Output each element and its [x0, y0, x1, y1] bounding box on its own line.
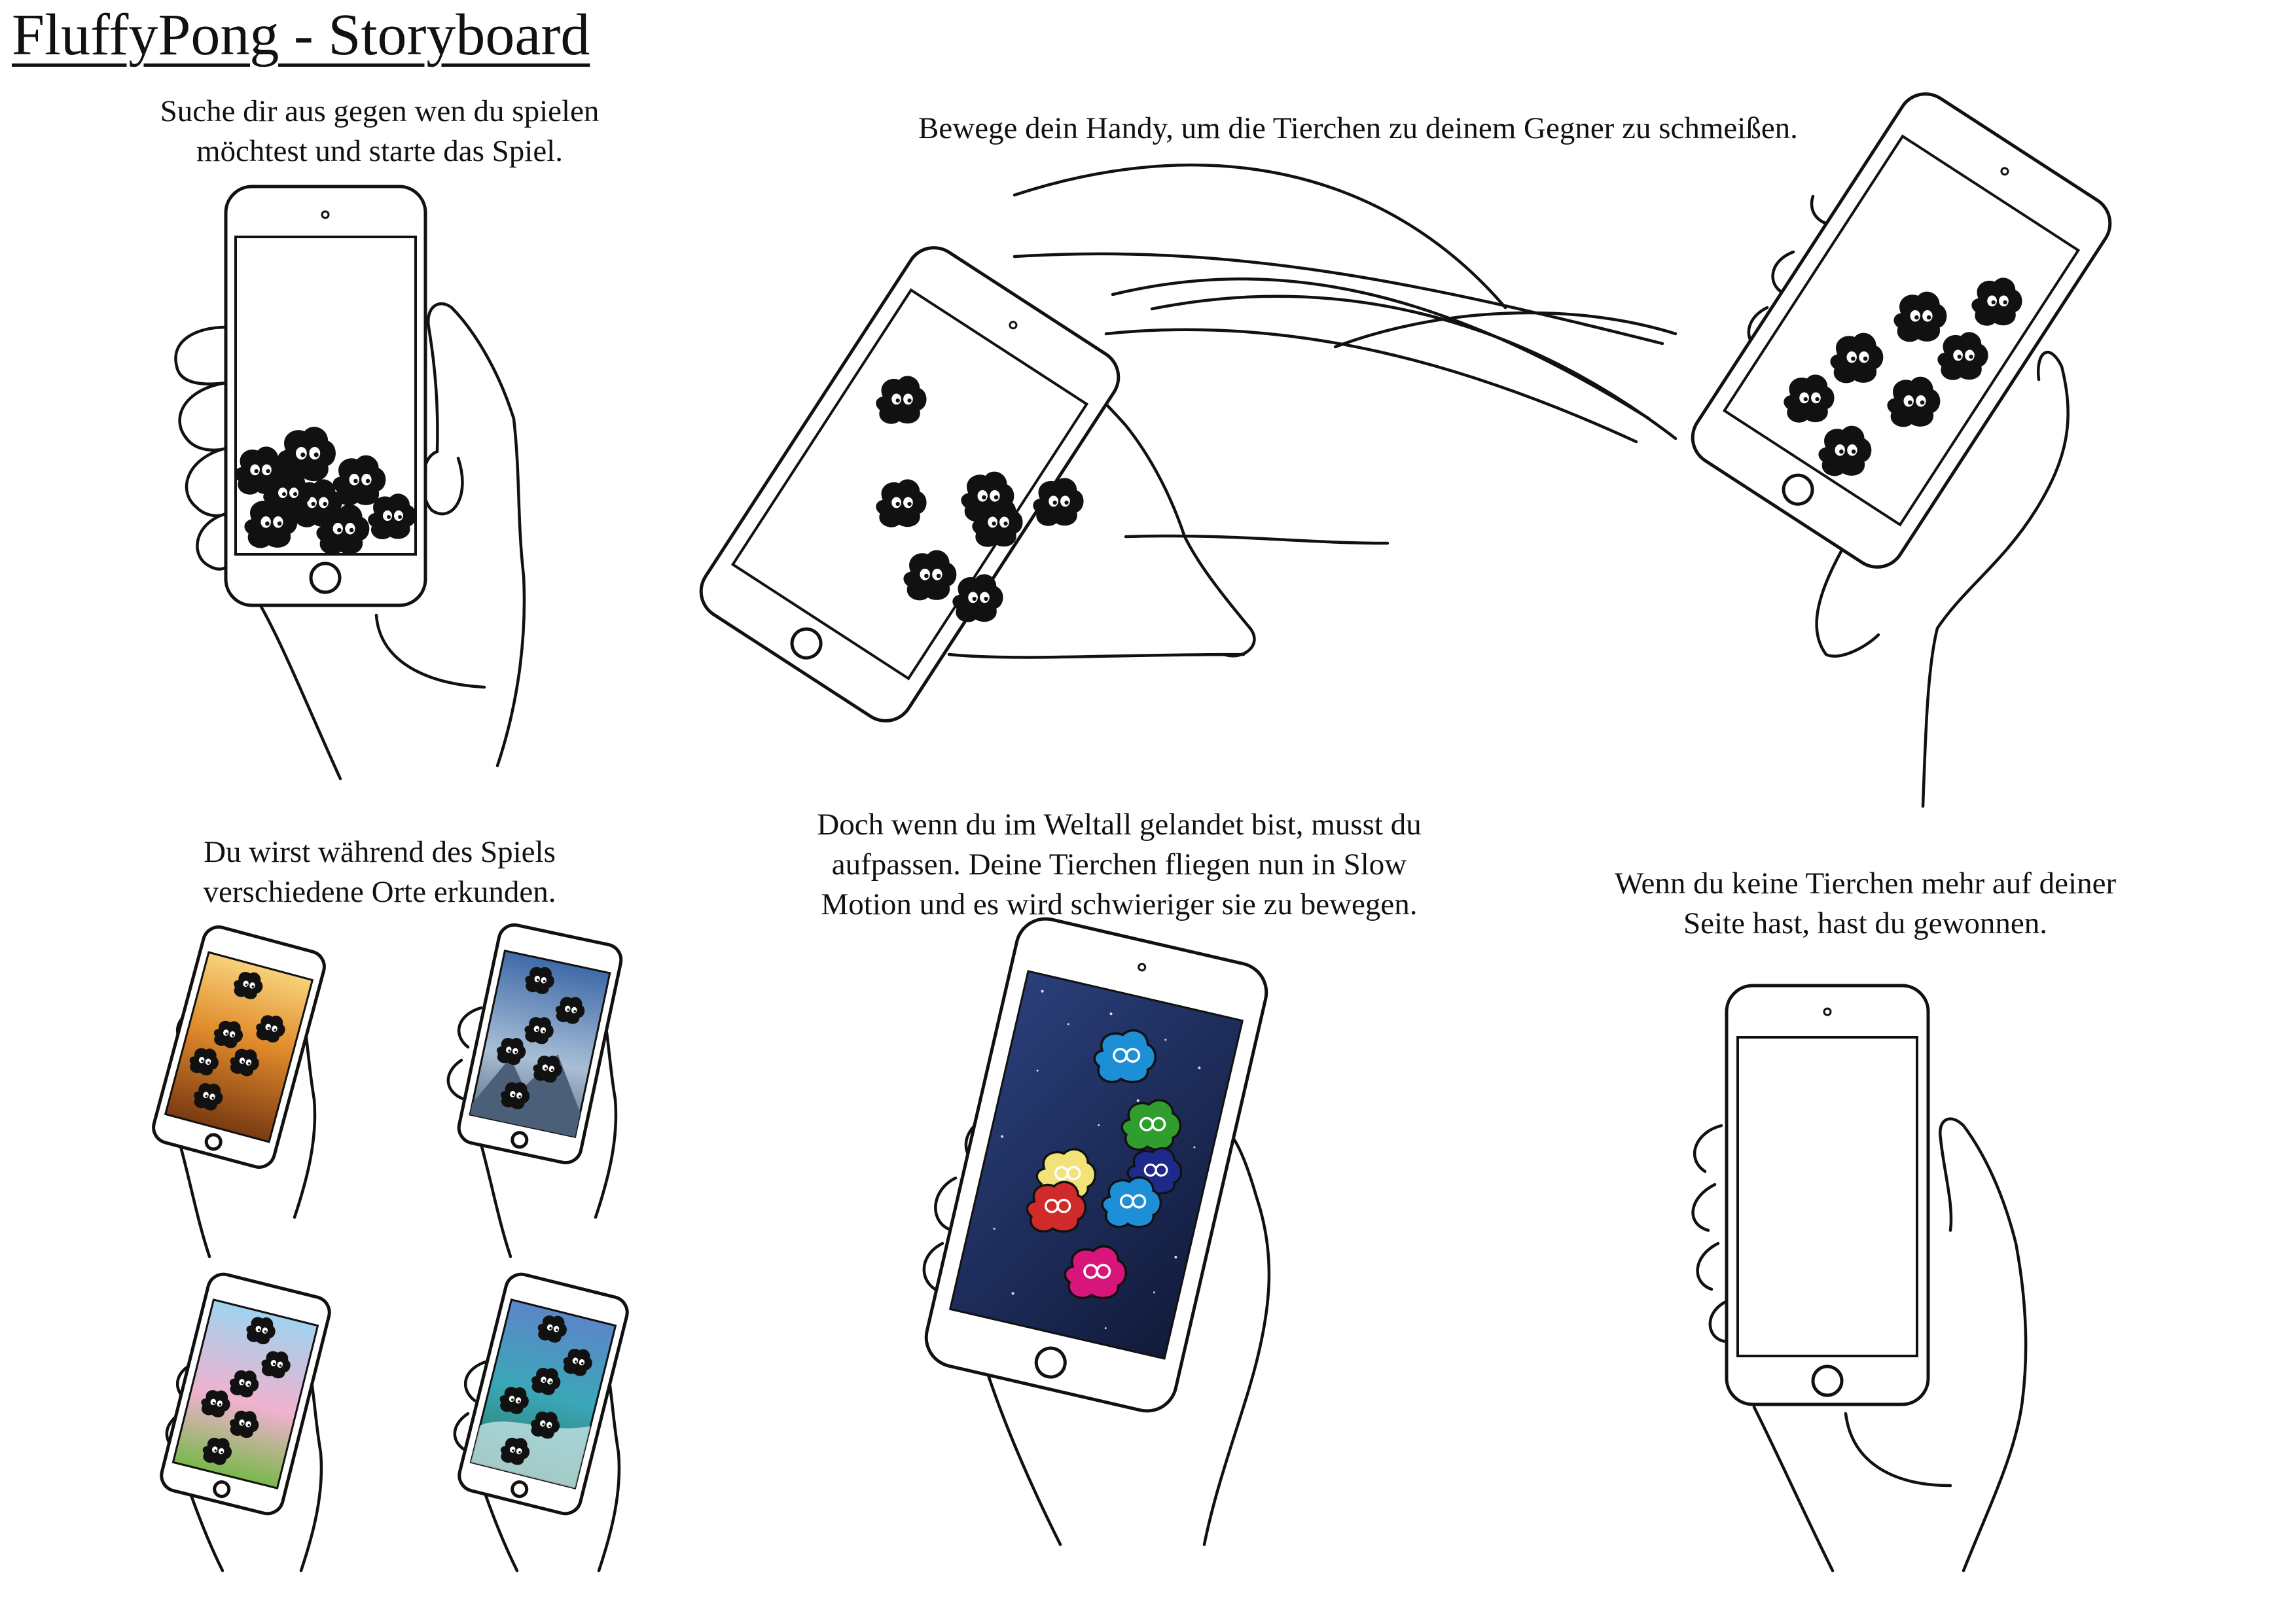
- hand-thumb-icon: [421, 450, 464, 516]
- hand-wrist-line: [1844, 1412, 1952, 1488]
- scene-sunset: [152, 925, 326, 1258]
- hand-fingers-icon: [1691, 1124, 1730, 1344]
- phone-home-button: [1811, 1364, 1844, 1397]
- storyboard-illustrations: [152, 92, 2112, 1573]
- phone-home-button: [204, 1133, 223, 1151]
- phone-screen-space: [948, 970, 1244, 1360]
- scene-mountains: [446, 923, 623, 1258]
- motion-lines-icon: [1013, 163, 1677, 444]
- scene-meadow: [160, 1272, 331, 1573]
- storyboard-page: FluffyPong - Storyboard Suche dir aus ge…: [0, 0, 2296, 1623]
- phone-home-button: [213, 1480, 231, 1499]
- panel-win: [1691, 984, 2028, 1573]
- hand-fingers-icon: [174, 325, 228, 571]
- phone-home-button: [511, 1131, 529, 1149]
- phone-screen: [1736, 1036, 1918, 1357]
- panel-receive: [1691, 92, 2112, 808]
- phone-home-button: [309, 562, 342, 594]
- panel-places: [152, 923, 629, 1573]
- panel-space: [922, 917, 1271, 1546]
- scene-beach: [453, 1272, 629, 1573]
- hand-wrist-line: [374, 613, 486, 689]
- panel-choose: [174, 185, 526, 781]
- phone-home-button: [511, 1480, 529, 1499]
- panel-move: [699, 246, 1390, 722]
